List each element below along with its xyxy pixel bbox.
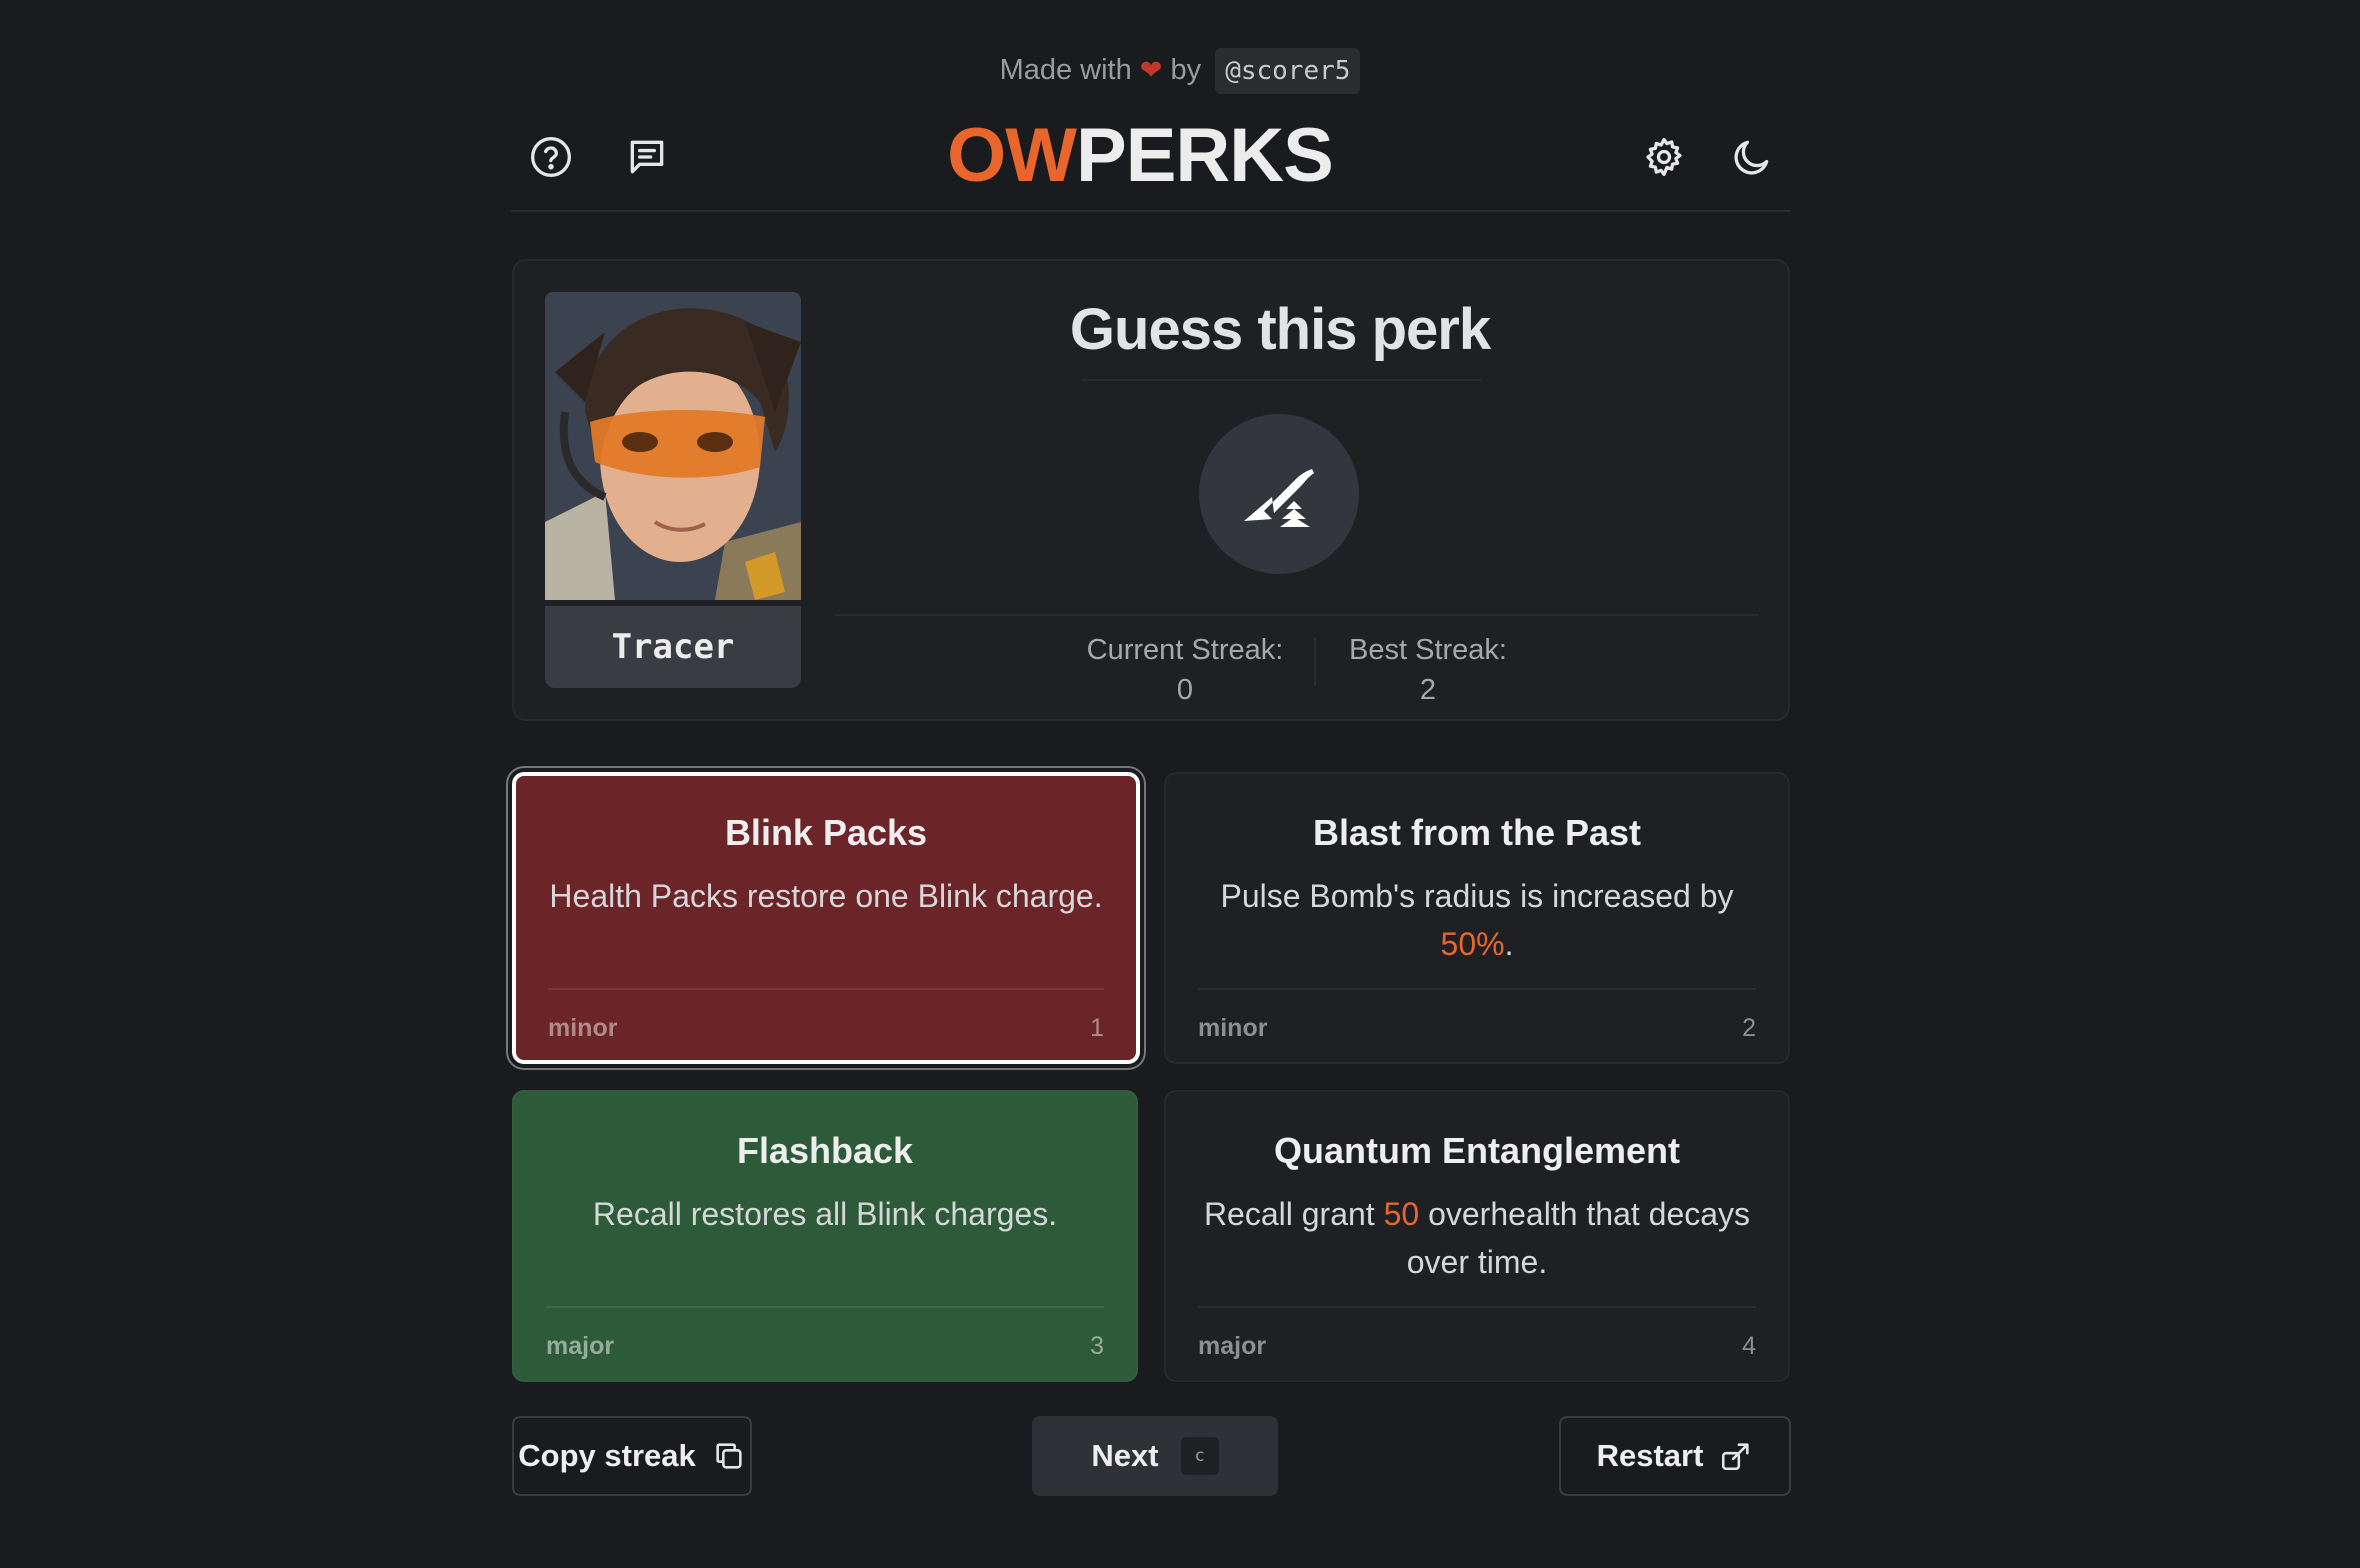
perk-option-1[interactable]: Blink Packs Health Packs restore one Bli…: [512, 772, 1140, 1064]
perk-option-description: Recall restores all Blink charges.: [592, 1196, 1058, 1232]
next-button[interactable]: Next c: [1032, 1416, 1278, 1496]
settings-icon: [1646, 137, 1682, 177]
card-divider: [1198, 988, 1756, 990]
perk-option-title: Quantum Entanglement: [1273, 1130, 1681, 1171]
perk-option-type: major: [1198, 1332, 1267, 1360]
restart-label: Restart: [1596, 1438, 1704, 1473]
perk-option-2[interactable]: Blast from the Past Pulse Bomb's radius …: [1164, 772, 1790, 1064]
dark-mode-toggle[interactable]: [1722, 127, 1782, 187]
heart-icon: ❤: [1139, 55, 1163, 85]
copy-icon: [716, 1443, 742, 1469]
dark-mode-icon: [1734, 140, 1769, 175]
character-name: Tracer: [545, 606, 801, 688]
highlight-value: 50: [1383, 1196, 1420, 1232]
perk-option-title: Blast from the Past: [1312, 812, 1642, 853]
perk-option-title: Flashback: [736, 1130, 914, 1171]
streak-divider: [1314, 638, 1316, 686]
perk-option-number: 3: [1090, 1332, 1104, 1360]
perk-option-3[interactable]: Flashback Recall restores all Blink char…: [512, 1090, 1138, 1382]
logo-main: PERKS: [1076, 113, 1334, 198]
header-divider: [511, 210, 1791, 212]
restart-button[interactable]: Restart: [1559, 1416, 1791, 1496]
copy-streak-button[interactable]: Copy streak: [512, 1416, 752, 1496]
author-handle-link[interactable]: @scorer5: [1215, 48, 1361, 94]
perk-option-description: Recall grant 50 overhealth that decays o…: [1203, 1196, 1751, 1280]
next-shortcut-key: c: [1180, 1437, 1219, 1475]
perk-option-title: Blink Packs: [724, 812, 928, 853]
highlight-value: 50%: [1440, 926, 1505, 962]
page-title: Guess this perk: [1069, 297, 1491, 362]
perk-option-type: major: [546, 1332, 615, 1360]
credit-by: by: [1170, 54, 1202, 86]
perk-option-number: 1: [1090, 1014, 1104, 1042]
current-streak: Current Streak: 0: [1060, 630, 1310, 710]
title-divider: [1081, 379, 1481, 381]
card-divider: [546, 1306, 1104, 1308]
card-divider: [1198, 1306, 1756, 1308]
best-streak-label: Best Streak:: [1349, 634, 1507, 666]
logo-accent: OW: [947, 113, 1077, 198]
credit-prefix: Made with: [999, 54, 1132, 86]
perk-option-type: minor: [1198, 1014, 1268, 1042]
best-streak: Best Streak: 2: [1318, 630, 1538, 710]
share-icon: [1722, 1443, 1750, 1471]
best-streak-value: 2: [1419, 674, 1437, 706]
current-streak-label: Current Streak:: [1086, 634, 1284, 666]
perk-option-type: minor: [548, 1014, 618, 1042]
perk-icon: [1244, 469, 1314, 527]
perk-icon-badge: [1199, 414, 1359, 574]
perk-option-number: 4: [1742, 1332, 1756, 1360]
next-label: Next: [1091, 1438, 1159, 1473]
perk-option-number: 2: [1742, 1014, 1756, 1042]
hero-divider: [835, 614, 1759, 616]
current-streak-value: 0: [1176, 674, 1194, 706]
card-divider: [548, 988, 1104, 990]
perk-option-description: Health Packs restore one Blink charge.: [549, 878, 1103, 914]
perk-option-4[interactable]: Quantum Entanglement Recall grant 50 ove…: [1164, 1090, 1790, 1382]
settings-button[interactable]: [1634, 127, 1694, 187]
copy-streak-label: Copy streak: [518, 1438, 696, 1473]
app-logo[interactable]: OWPERKS: [0, 112, 2280, 199]
credit-line: Made with ❤ by @scorer5: [0, 48, 2360, 94]
perk-option-description: Pulse Bomb's radius is increased by 50%.: [1220, 878, 1734, 962]
